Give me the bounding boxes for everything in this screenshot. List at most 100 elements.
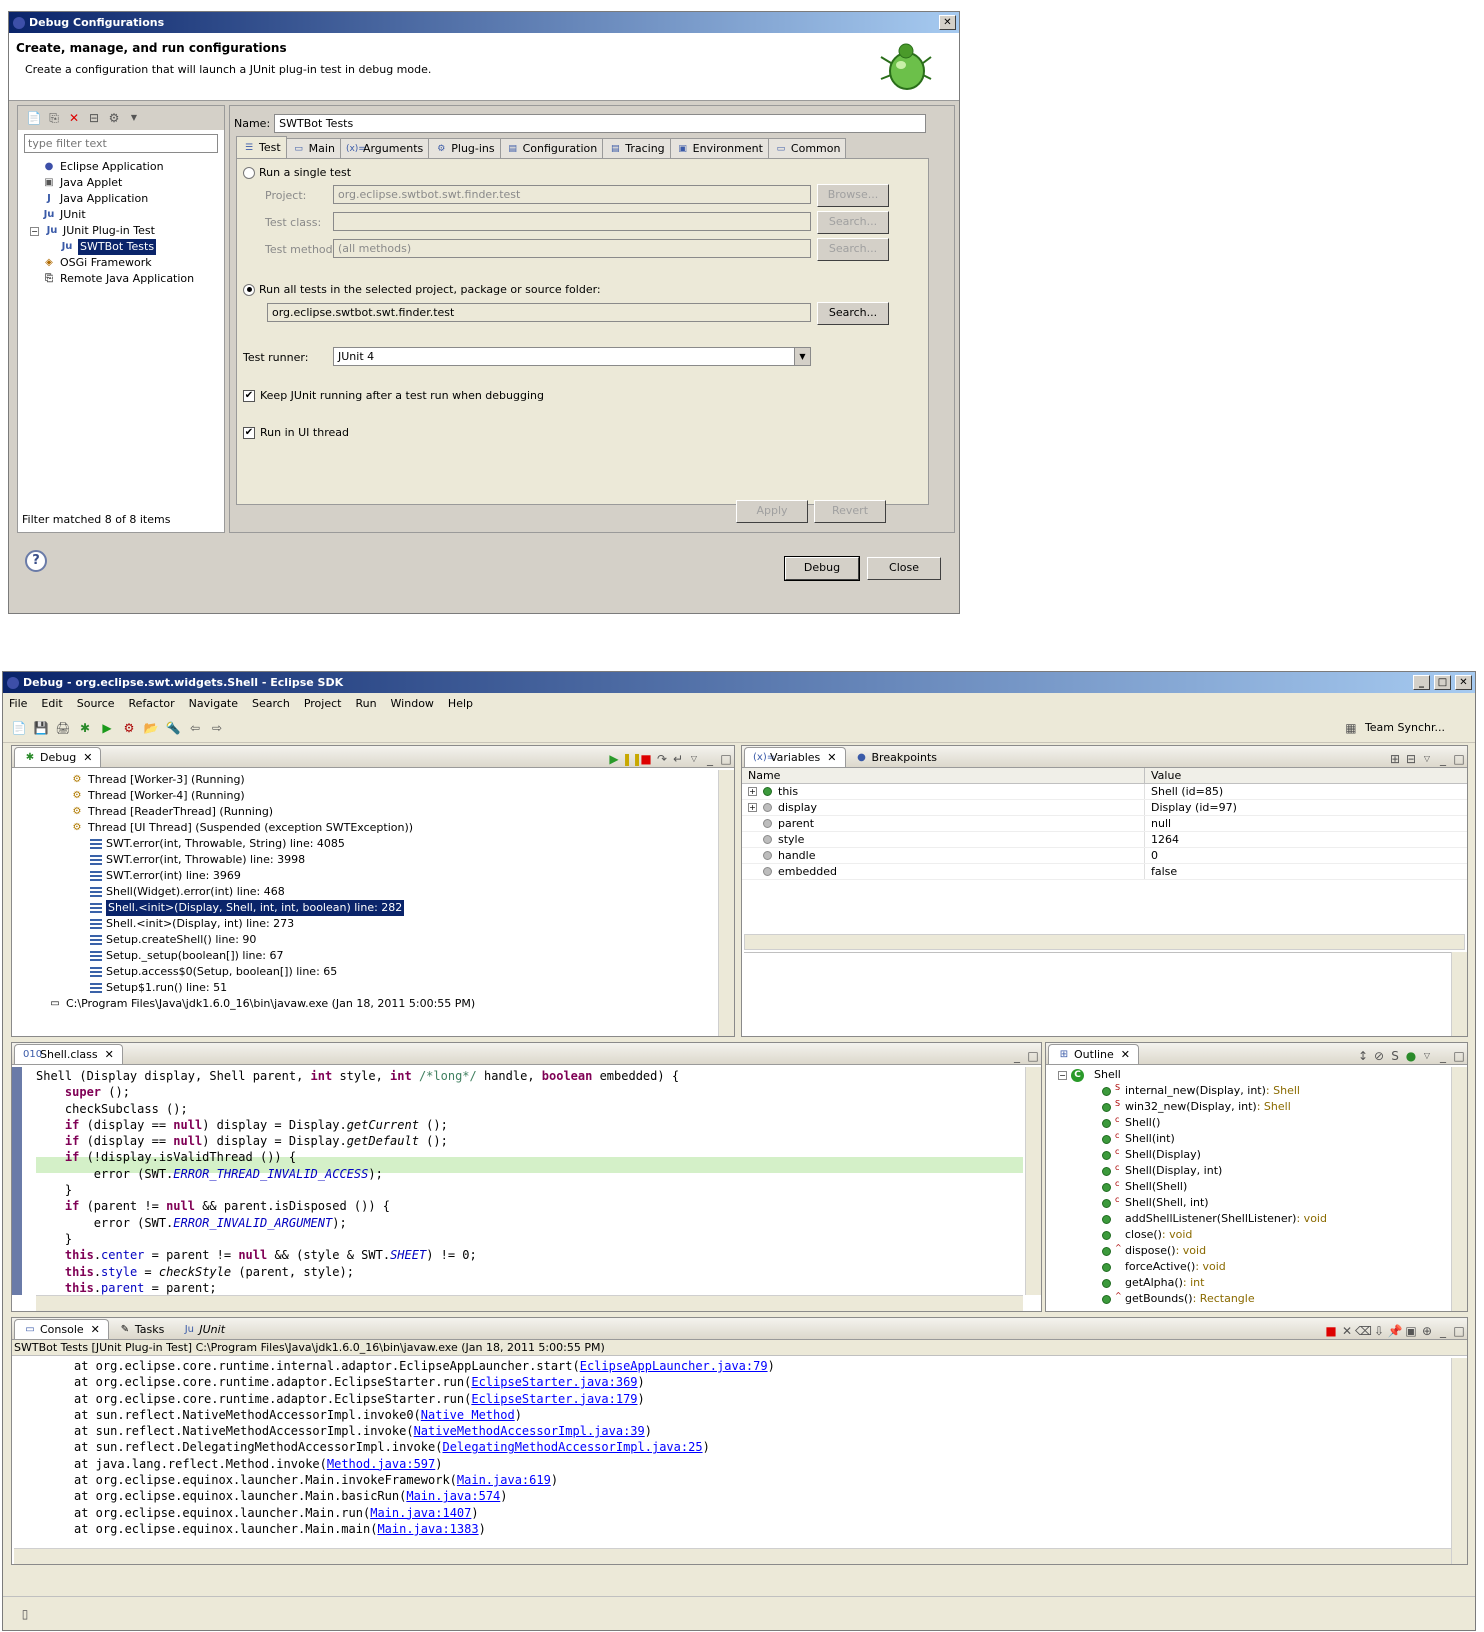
back-icon[interactable]: ⇦ [187,720,203,736]
tab-configuration[interactable]: ▤ Configuration [499,138,604,158]
filter-icon[interactable]: ⚙ [106,110,122,126]
menu-refactor[interactable]: Refactor [129,697,175,710]
editor-hscroll[interactable] [36,1295,1023,1311]
dropdown-arrow-icon[interactable]: ▼ [794,348,810,365]
close-tab-icon[interactable]: ✕ [1121,1048,1130,1061]
run-all-field[interactable]: org.eclipse.swtbot.swt.finder.test [267,303,811,322]
config-tree-item[interactable]: ▣ Java Applet [30,175,224,191]
step-return-icon[interactable]: ↵ [670,751,686,767]
stack-frame[interactable]: Setup$1.run() line: 51 [12,980,718,996]
console-link[interactable]: Main.java:574 [406,1489,500,1503]
name-column-header[interactable]: Name [742,768,1145,783]
outline-item[interactable]: c Shell(Display, int) [1102,1163,1467,1179]
debug-icon[interactable]: ✱ [77,720,93,736]
hide-fields-icon[interactable]: ⊘ [1371,1048,1387,1064]
view-menu-icon[interactable]: ▽ [1419,1048,1435,1064]
search-method-button[interactable]: Search... [817,238,889,261]
outline-item[interactable]: ^ dispose() : void [1102,1243,1467,1259]
fast-view-icon[interactable]: ▯ [17,1606,33,1622]
outline-tab[interactable]: ⊞ Outline ✕ [1048,1044,1140,1064]
thread-item[interactable]: ⚙ Thread [UI Thread] (Suspended (exceptio… [12,820,718,836]
perspective-label[interactable]: Team Synchr... [1365,721,1445,734]
close-icon[interactable]: ✕ [939,15,956,30]
name-field[interactable]: SWTBot Tests [274,114,927,133]
collapse-all-icon[interactable]: ⊟ [1403,751,1419,767]
menu-help[interactable]: Help [448,697,473,710]
console-link[interactable]: Method.java:597 [327,1457,435,1471]
chevron-down-icon[interactable]: ▼ [126,110,142,126]
breakpoints-tab[interactable]: ● Breakpoints [846,747,947,767]
open-type-icon[interactable]: 📂 [143,720,159,736]
run-all-radio[interactable] [243,283,255,296]
open-console-icon[interactable]: ⊕ [1419,1323,1435,1339]
run-single-radio[interactable] [243,166,255,179]
menu-window[interactable]: Window [391,697,434,710]
keep-running-checkbox[interactable]: ✔ [243,389,255,402]
close-tab-icon[interactable]: ✕ [827,751,836,764]
run-icon[interactable]: ▶ [99,720,115,736]
maximize-view-icon[interactable]: □ [1025,1048,1041,1064]
suspend-icon[interactable]: ❚❚ [622,751,642,767]
console-hscroll[interactable] [14,1548,1451,1564]
search-class-button[interactable]: Search... [817,211,889,234]
expand-icon[interactable]: + [748,803,757,812]
debug-view-tab[interactable]: ✱ Debug ✕ [14,747,102,767]
tab-common[interactable]: ▭ Common [767,138,847,158]
value-column-header[interactable]: Value [1145,768,1181,783]
tab-tracing[interactable]: ▤ Tracing [602,138,671,158]
outline-vscroll[interactable] [1451,1067,1467,1311]
outline-root[interactable]: − C Shell [1046,1067,1467,1083]
delete-icon[interactable]: ✕ [66,110,82,126]
stack-frame[interactable]: SWT.error(int, Throwable) line: 3998 [12,852,718,868]
revert-button[interactable]: Revert [814,500,886,523]
help-icon[interactable]: ? [25,550,47,572]
config-tree-item[interactable]: ◈ OSGi Framework [30,255,224,271]
stack-frame[interactable]: Setup._setup(boolean[]) line: 67 [12,948,718,964]
save-icon[interactable]: 💾 [33,720,49,736]
scroll-lock-icon[interactable]: ⇩ [1371,1323,1387,1339]
pin-console-icon[interactable]: 📌 [1387,1323,1403,1339]
minimize-view-icon[interactable]: _ [702,751,718,767]
variable-row[interactable]: style 1264 [742,832,1467,848]
config-tree-item[interactable]: Ju JUnit [30,207,224,223]
new-config-icon[interactable]: 📄 [26,110,42,126]
maximize-view-icon[interactable]: □ [1451,1323,1467,1339]
apply-button[interactable]: Apply [736,500,808,523]
tab-plugins[interactable]: ⚙ Plug-ins [428,138,501,158]
collapse-all-icon[interactable]: ⊟ [86,110,102,126]
outline-item[interactable]: addShellListener(ShellListener) : void [1102,1211,1467,1227]
maximize-view-icon[interactable]: □ [1451,1048,1467,1064]
test-runner-select[interactable]: JUnit 4 ▼ [333,347,811,366]
variable-row[interactable]: handle 0 [742,848,1467,864]
outline-item[interactable]: Swin32_new(Display, int) : Shell [1102,1099,1467,1115]
console-vscroll[interactable] [1451,1358,1467,1564]
outline-item[interactable]: c Shell(Display) [1102,1147,1467,1163]
stack-frame[interactable]: Setup.createShell() line: 90 [12,932,718,948]
console-tab[interactable]: ▭ Console ✕ [14,1319,109,1339]
console-link[interactable]: EclipseStarter.java:369 [471,1375,637,1389]
code-area[interactable]: Shell (Display display, Shell parent, in… [36,1067,1023,1295]
debug-button[interactable]: Debug [784,556,860,581]
menu-navigate[interactable]: Navigate [189,697,238,710]
outline-item[interactable]: c Shell(Shell, int) [1102,1195,1467,1211]
console-link[interactable]: DelegatingMethodAccessorImpl.java:25 [442,1440,702,1454]
variable-row[interactable]: + this Shell (id=85) [742,784,1467,800]
config-tree-item[interactable]: ● Eclipse Application [30,159,224,175]
minimize-view-icon[interactable]: _ [1435,751,1451,767]
outline-item[interactable]: close() : void [1102,1227,1467,1243]
remove-launch-icon[interactable]: ✕ [1339,1323,1355,1339]
config-tree-item[interactable]: Ju SWTBot Tests [30,239,224,255]
tab-test[interactable]: ☰ Test [236,136,287,158]
hide-nonpublic-icon[interactable]: ● [1403,1048,1419,1064]
dialog-titlebar[interactable]: Debug Configurations ✕ [9,12,959,33]
menu-project[interactable]: Project [304,697,342,710]
search-icon[interactable]: 🔦 [165,720,181,736]
hide-static-icon[interactable]: S [1387,1048,1403,1064]
step-over-icon[interactable]: ↷ [654,751,670,767]
stack-frame[interactable]: Setup.access$0(Setup, boolean[]) line: 6… [12,964,718,980]
clear-console-icon[interactable]: ⌫ [1355,1323,1372,1339]
tasks-tab[interactable]: ✎ Tasks [109,1319,173,1339]
maximize-view-icon[interactable]: □ [718,751,734,767]
variables-tab[interactable]: (x)= Variables ✕ [744,747,846,767]
menu-source[interactable]: Source [77,697,115,710]
